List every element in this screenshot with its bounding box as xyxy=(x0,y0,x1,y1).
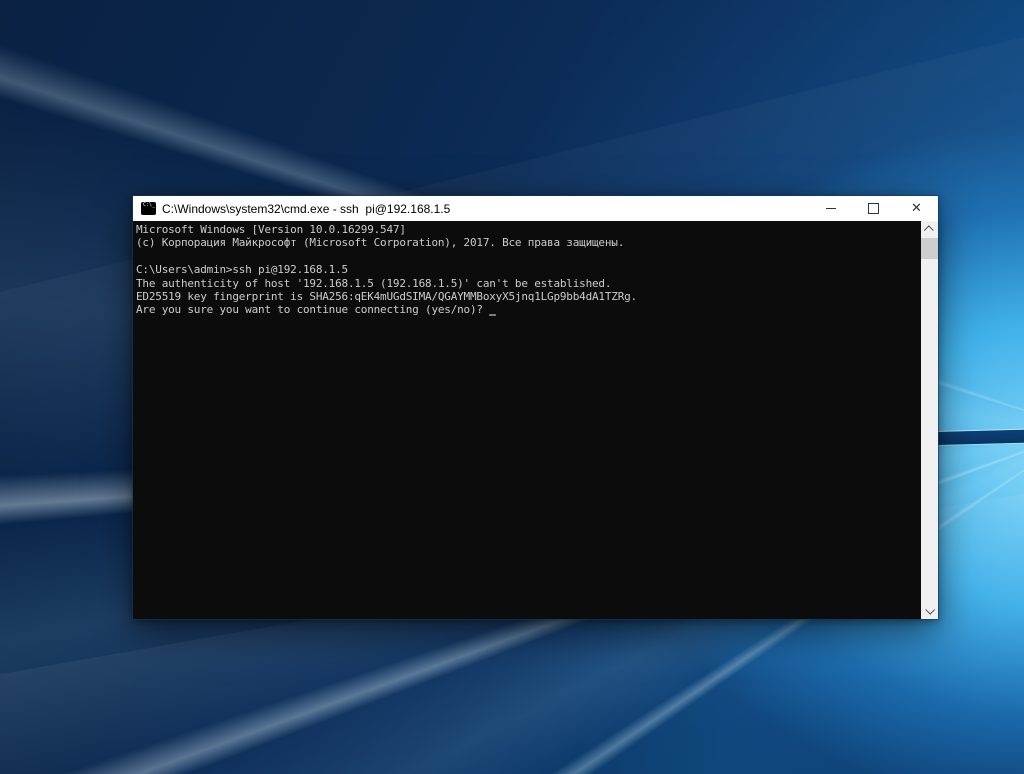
screen: C:\_ C:\Windows\system32\cmd.exe - ssh p… xyxy=(0,0,1024,774)
console-line: Microsoft Windows [Version 10.0.16299.54… xyxy=(136,223,918,236)
maximize-icon xyxy=(868,203,879,214)
prompt-text: Are you sure you want to continue connec… xyxy=(136,303,489,316)
console-line: The authenticity of host '192.168.1.5 (1… xyxy=(136,277,918,290)
console-line: (c) Корпорация Майкрософт (Microsoft Cor… xyxy=(136,236,918,249)
titlebar[interactable]: C:\_ C:\Windows\system32\cmd.exe - ssh p… xyxy=(133,196,938,221)
console-line xyxy=(136,250,918,263)
text-cursor: _ xyxy=(489,303,495,316)
cmd-window: C:\_ C:\Windows\system32\cmd.exe - ssh p… xyxy=(133,196,938,619)
scrollbar[interactable] xyxy=(921,221,938,619)
maximize-button[interactable] xyxy=(852,196,895,221)
console-line: C:\Users\admin>ssh pi@192.168.1.5 xyxy=(136,263,918,276)
scroll-down-button[interactable] xyxy=(921,602,938,619)
cmd-icon: C:\_ xyxy=(141,202,156,215)
minimize-button[interactable] xyxy=(809,196,852,221)
chevron-down-icon xyxy=(925,605,935,615)
minimize-icon xyxy=(826,208,836,209)
window-title: C:\Windows\system32\cmd.exe - ssh pi@192… xyxy=(162,202,809,216)
close-button[interactable]: ✕ xyxy=(895,196,938,221)
scroll-up-button[interactable] xyxy=(921,221,938,238)
scrollbar-thumb[interactable] xyxy=(921,238,938,259)
console-output: Microsoft Windows [Version 10.0.16299.54… xyxy=(136,223,918,317)
chevron-up-icon xyxy=(924,225,934,235)
console-viewport[interactable]: Microsoft Windows [Version 10.0.16299.54… xyxy=(133,221,938,619)
wallpaper-window-band xyxy=(926,430,1024,446)
console-prompt-line: Are you sure you want to continue connec… xyxy=(136,303,918,316)
window-controls: ✕ xyxy=(809,196,938,221)
console-line: ED25519 key fingerprint is SHA256:qEK4mU… xyxy=(136,290,918,303)
